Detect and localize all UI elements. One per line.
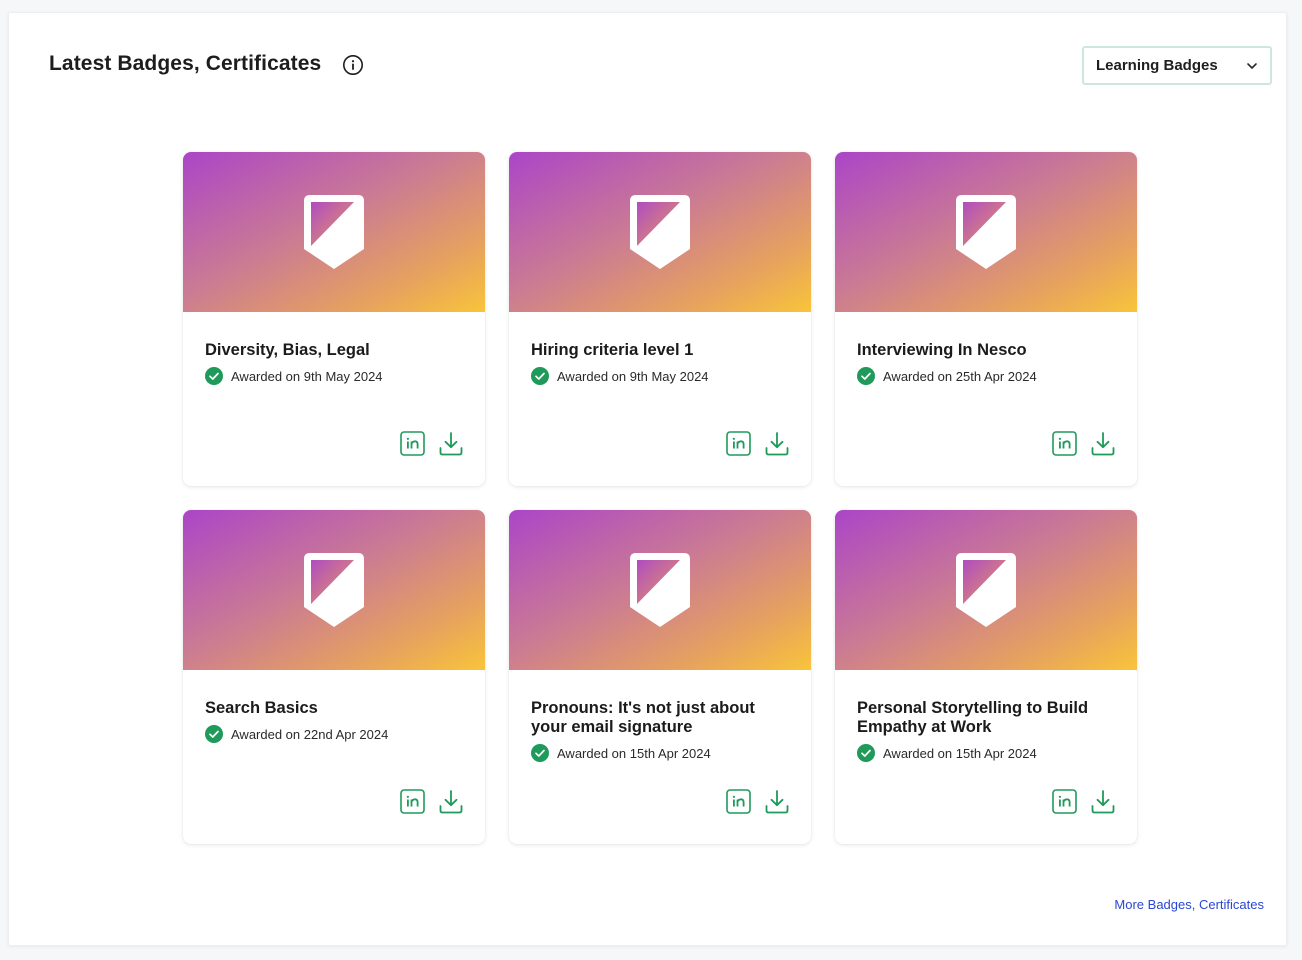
check-circle-icon xyxy=(205,367,223,385)
award-date: Awarded on 22nd Apr 2024 xyxy=(231,726,389,742)
check-circle-icon xyxy=(205,725,223,743)
linkedin-share-icon[interactable] xyxy=(1052,789,1077,814)
award-status: Awarded on 15th Apr 2024 xyxy=(531,744,711,762)
download-icon[interactable] xyxy=(438,431,464,457)
info-icon[interactable] xyxy=(342,54,364,76)
badge-banner xyxy=(183,510,485,670)
badge-card[interactable]: Personal Storytelling to Build Empathy a… xyxy=(835,510,1137,844)
award-status: Awarded on 15th Apr 2024 xyxy=(857,744,1037,762)
award-status: Awarded on 25th Apr 2024 xyxy=(857,367,1037,385)
check-circle-icon xyxy=(531,744,549,762)
badge-shield-icon xyxy=(630,195,690,269)
award-date: Awarded on 25th Apr 2024 xyxy=(883,368,1037,384)
badges-panel: Latest Badges, Certificates Learning Bad… xyxy=(8,12,1287,946)
download-icon[interactable] xyxy=(1090,431,1116,457)
badge-title: Interviewing In Nesco xyxy=(857,341,1027,359)
badge-banner xyxy=(509,510,811,670)
badge-title: Hiring criteria level 1 xyxy=(531,341,694,359)
page-title: Latest Badges, Certificates xyxy=(49,52,322,75)
linkedin-share-icon[interactable] xyxy=(726,789,751,814)
check-circle-icon xyxy=(857,744,875,762)
award-status: Awarded on 9th May 2024 xyxy=(531,367,709,385)
linkedin-share-icon[interactable] xyxy=(400,789,425,814)
more-badges-link[interactable]: More Badges, Certificates xyxy=(1114,897,1264,912)
award-date: Awarded on 9th May 2024 xyxy=(231,368,383,384)
award-status: Awarded on 22nd Apr 2024 xyxy=(205,725,388,743)
badge-card[interactable]: Hiring criteria level 1 Awarded on 9th M… xyxy=(509,152,811,486)
badge-shield-icon xyxy=(304,195,364,269)
badge-shield-icon xyxy=(304,553,364,627)
award-date: Awarded on 9th May 2024 xyxy=(557,368,709,384)
badge-shield-icon xyxy=(630,553,690,627)
badge-banner xyxy=(509,152,811,312)
badge-type-dropdown[interactable]: Learning Badges xyxy=(1082,46,1272,85)
badge-title: Search Basics xyxy=(205,699,318,717)
badge-card[interactable]: Diversity, Bias, Legal Awarded on 9th Ma… xyxy=(183,152,485,486)
award-status: Awarded on 9th May 2024 xyxy=(205,367,383,385)
download-icon[interactable] xyxy=(1090,789,1116,815)
award-date: Awarded on 15th Apr 2024 xyxy=(557,745,711,761)
badge-title: Diversity, Bias, Legal xyxy=(205,341,370,359)
dropdown-selected-value: Learning Badges xyxy=(1096,57,1218,74)
badge-card[interactable]: Interviewing In Nesco Awarded on 25th Ap… xyxy=(835,152,1137,486)
chevron-down-icon xyxy=(1247,63,1257,69)
badge-title: Personal Storytelling to Build Empathy a… xyxy=(857,699,1089,736)
badge-banner xyxy=(835,152,1137,312)
download-icon[interactable] xyxy=(764,431,790,457)
badge-card[interactable]: Pronouns: It's not just about your email… xyxy=(509,510,811,844)
download-icon[interactable] xyxy=(438,789,464,815)
badge-shield-icon xyxy=(956,553,1016,627)
badge-card[interactable]: Search Basics Awarded on 22nd Apr 2024 xyxy=(183,510,485,844)
badge-banner xyxy=(183,152,485,312)
check-circle-icon xyxy=(857,367,875,385)
badge-title: Pronouns: It's not just about your email… xyxy=(531,699,755,736)
badge-shield-icon xyxy=(956,195,1016,269)
download-icon[interactable] xyxy=(764,789,790,815)
check-circle-icon xyxy=(531,367,549,385)
linkedin-share-icon[interactable] xyxy=(1052,431,1077,456)
badge-banner xyxy=(835,510,1137,670)
linkedin-share-icon[interactable] xyxy=(400,431,425,456)
linkedin-share-icon[interactable] xyxy=(726,431,751,456)
award-date: Awarded on 15th Apr 2024 xyxy=(883,745,1037,761)
